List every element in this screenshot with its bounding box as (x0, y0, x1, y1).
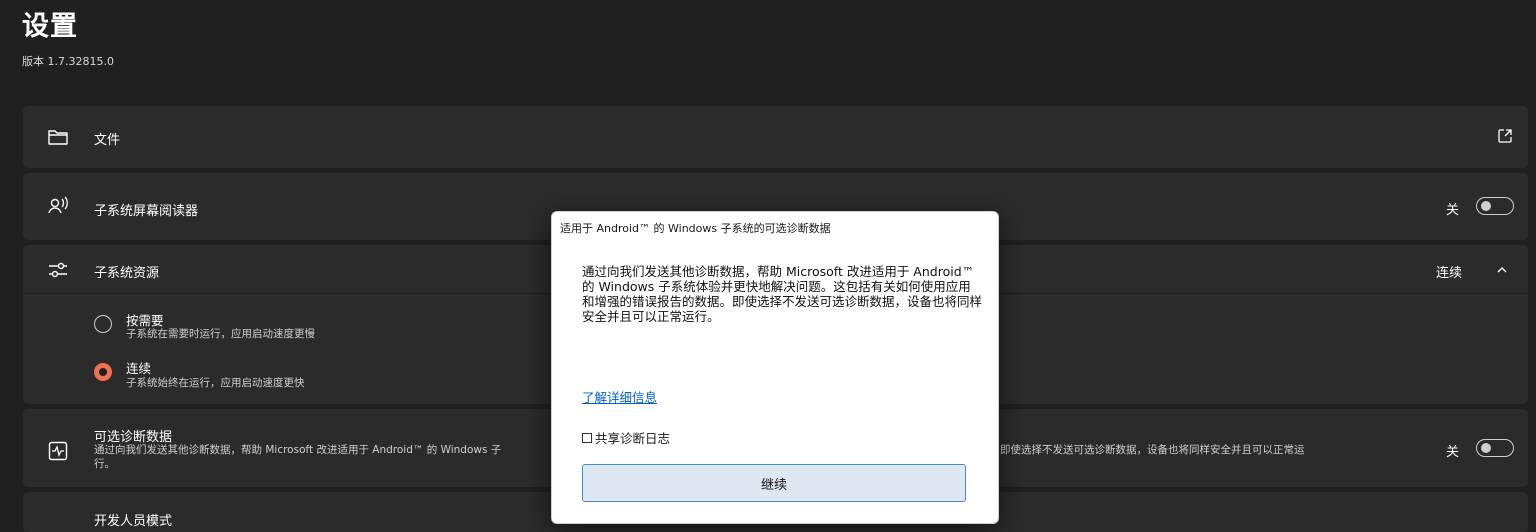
diagnostics-state: 关 (1446, 445, 1460, 460)
option-on-demand-desc: 子系统在需要时运行，应用启动速度更慢 (126, 328, 315, 340)
files-label: 文件 (94, 133, 121, 148)
screen-reader-icon (48, 196, 68, 214)
resources-state: 连续 (1436, 266, 1463, 281)
share-logs-label: 共享诊断日志 (595, 431, 671, 446)
continue-button[interactable]: 继续 (582, 464, 966, 502)
diagnostics-toggle[interactable] (1476, 439, 1514, 457)
dialog-body: 通过向我们发送其他诊断数据，帮助 Microsoft 改进适用于 Android… (582, 264, 983, 324)
external-link-icon[interactable] (1497, 128, 1513, 144)
page-title: 设置 (22, 11, 78, 42)
screen-reader-state: 关 (1446, 203, 1460, 218)
radio-on-demand[interactable] (94, 315, 112, 333)
option-continuous-title: 连续 (126, 361, 152, 376)
screen-reader-label: 子系统屏幕阅读器 (94, 204, 199, 219)
share-logs-checkbox-row[interactable]: 共享诊断日志 (582, 428, 670, 447)
sliders-icon (49, 262, 67, 278)
option-continuous-desc: 子系统始终在运行，应用启动速度更快 (126, 377, 305, 389)
developer-label: 开发人员模式 (94, 514, 173, 529)
files-card[interactable]: 文件 (23, 106, 1528, 168)
radio-continuous[interactable] (94, 363, 112, 381)
activity-monitor-icon (48, 441, 68, 461)
version-label: 版本 1.7.32815.0 (22, 55, 114, 68)
resources-label: 子系统资源 (94, 266, 160, 281)
folder-icon (48, 130, 68, 145)
share-logs-checkbox[interactable] (582, 432, 592, 443)
diagnostics-desc-right: 即使选择不发送可选诊断数据，设备也将同样安全并且可以正常运 (1000, 444, 1305, 456)
dialog-title: 适用于 Android™ 的 Windows 子系统的可选诊断数据 (560, 222, 831, 235)
chevron-up-icon[interactable] (1496, 265, 1508, 275)
screen-reader-toggle[interactable] (1476, 197, 1514, 215)
diagnostics-desc-left: 通过向我们发送其他诊断数据，帮助 Microsoft 改进适用于 Android… (94, 444, 502, 456)
diagnostics-dialog: 适用于 Android™ 的 Windows 子系统的可选诊断数据 通过向我们发… (551, 211, 999, 524)
learn-more-link[interactable]: 了解详细信息 (582, 387, 657, 406)
diagnostics-desc-wrap: 行。 (94, 458, 115, 470)
